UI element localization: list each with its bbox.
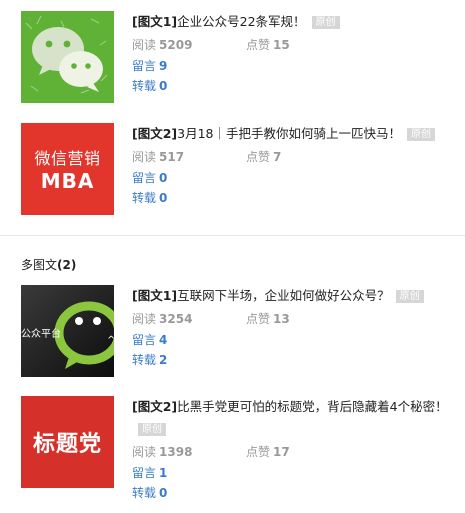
comment-label: 留言 xyxy=(132,333,157,347)
like-label: 点赞 xyxy=(246,38,271,52)
original-badge: 原创 xyxy=(395,290,424,303)
article-info: [图文2]3月18｜手把手教你如何骑上一匹快马！ 原创 阅读 517 点赞 7 留言 0… xyxy=(132,123,462,208)
read-label: 阅读 xyxy=(132,312,157,326)
article-item: [图文1]企业公众号22条军规！ 原创 阅读 5209 点赞 15 留言 9 转载 0 xyxy=(21,11,461,105)
comment-count: 0 xyxy=(159,171,168,185)
read-label: 阅读 xyxy=(132,150,157,164)
article-thumbnail[interactable]: 微信营销 MBA xyxy=(21,123,114,215)
original-badge: 原创 xyxy=(406,128,435,141)
share-link[interactable]: 转载 0 xyxy=(132,483,462,503)
article-title-text: 互联网下半场，企业如何做好公众号？ xyxy=(177,288,390,303)
thumb-text: 标题党 xyxy=(32,432,102,457)
article-tag: [图文1] xyxy=(132,14,178,29)
article-stats: 阅读 1398 点赞 17 xyxy=(132,443,462,463)
read-label: 阅读 xyxy=(132,445,157,459)
article-title-text: 比黑手党更可怕的标题党，背后隐藏着4个秘密！ xyxy=(177,399,448,414)
article-title-text: 企业公众号22条军规！ xyxy=(177,14,306,29)
read-stat: 阅读 3254 xyxy=(132,310,192,327)
article-thumbnail[interactable]: ^ ^ 公众平台 xyxy=(21,285,114,377)
article-tag: [图文1] xyxy=(132,288,178,303)
like-label: 点赞 xyxy=(246,445,271,459)
read-count: 1398 xyxy=(159,445,193,459)
comment-count: 1 xyxy=(159,466,168,480)
article-item: 标题党 [图文2]比黑手党更可怕的标题党，背后隐藏着4个秘密！ 原创 阅读 1398… xyxy=(21,396,461,500)
like-stat: 点赞 15 xyxy=(246,36,290,53)
article-item: ^ ^ 公众平台 [图文1]互联网下半场，企业如何做好公众号？ 原创 阅读3254… xyxy=(21,285,461,379)
share-count: 0 xyxy=(159,486,168,500)
article-title[interactable]: [图文2]比黑手党更可怕的标题党，背后隐藏着4个秘密！ 原创 xyxy=(132,396,462,440)
section-heading: 多图文(2) xyxy=(21,256,76,273)
comment-count: 9 xyxy=(159,59,168,73)
like-count: 13 xyxy=(273,312,290,326)
share-link[interactable]: 转载 2 xyxy=(132,350,462,370)
comment-link[interactable]: 留言 4 xyxy=(132,330,462,350)
read-count: 5209 xyxy=(159,38,193,52)
article-item: 微信营销 MBA [图文2]3月18｜手把手教你如何骑上一匹快马！ 原创 阅读 51… xyxy=(21,123,461,217)
like-count: 7 xyxy=(273,150,282,164)
article-info: [图文1]互联网下半场，企业如何做好公众号？ 原创 阅读 3254 点赞 13 留言 4… xyxy=(132,285,462,370)
comment-label: 留言 xyxy=(132,171,157,185)
like-stat: 点赞 17 xyxy=(246,443,290,460)
read-count: 3254 xyxy=(159,312,193,326)
like-count: 17 xyxy=(273,445,290,459)
article-title[interactable]: [图文1]企业公众号22条军规！ 原创 xyxy=(132,11,462,33)
share-link[interactable]: 转载 0 xyxy=(132,188,462,208)
read-stat: 阅读 5209 xyxy=(132,36,192,53)
thumb-text-line2: MBA xyxy=(40,169,95,193)
article-stats: 阅读 5209 点赞 15 xyxy=(132,36,462,56)
like-count: 15 xyxy=(273,38,290,52)
share-link[interactable]: 转载 0 xyxy=(132,76,462,96)
like-label: 点赞 xyxy=(246,312,271,326)
article-info: [图文2]比黑手党更可怕的标题党，背后隐藏着4个秘密！ 原创 阅读 1398 点赞 1… xyxy=(132,396,462,503)
comment-link[interactable]: 留言 9 xyxy=(132,56,462,76)
like-stat: 点赞 7 xyxy=(246,148,281,165)
thumb-text: 公众平台 xyxy=(21,329,61,340)
section-divider xyxy=(0,235,465,236)
original-badge: 原创 xyxy=(311,16,340,29)
comment-label: 留言 xyxy=(132,59,157,73)
comment-count: 4 xyxy=(159,333,168,347)
article-info: [图文1]企业公众号22条军规！ 原创 阅读 5209 点赞 15 留言 9 转载 0 xyxy=(132,11,462,96)
article-title[interactable]: [图文2]3月18｜手把手教你如何骑上一匹快马！ 原创 xyxy=(132,123,462,145)
article-tag: [图文2] xyxy=(132,126,178,141)
like-label: 点赞 xyxy=(246,150,271,164)
share-count: 0 xyxy=(159,191,168,205)
original-badge: 原创 xyxy=(138,423,166,436)
article-thumbnail[interactable] xyxy=(21,11,114,103)
read-label: 阅读 xyxy=(132,38,157,52)
share-count: 2 xyxy=(159,353,168,367)
thumb-text-line1: 微信营销 xyxy=(34,149,101,168)
share-count: 0 xyxy=(159,79,168,93)
comment-link[interactable]: 留言 1 xyxy=(132,463,462,483)
share-label: 转载 xyxy=(132,191,157,205)
share-label: 转载 xyxy=(132,486,157,500)
share-label: 转载 xyxy=(132,353,157,367)
article-title-text: 3月18｜手把手教你如何骑上一匹快马！ xyxy=(177,126,401,141)
like-stat: 点赞 13 xyxy=(246,310,290,327)
section-count: (2) xyxy=(57,258,77,272)
article-title[interactable]: [图文1]互联网下半场，企业如何做好公众号？ 原创 xyxy=(132,285,462,307)
article-tag: [图文2] xyxy=(132,399,178,414)
read-stat: 阅读 517 xyxy=(132,148,184,165)
article-stats: 阅读 3254 点赞 13 xyxy=(132,310,462,330)
read-stat: 阅读 1398 xyxy=(132,443,192,460)
section-label: 多图文 xyxy=(21,258,58,272)
article-thumbnail[interactable]: 标题党 xyxy=(21,396,114,488)
share-label: 转载 xyxy=(132,79,157,93)
comment-label: 留言 xyxy=(132,466,157,480)
comment-link[interactable]: 留言 0 xyxy=(132,168,462,188)
read-count: 517 xyxy=(159,150,185,164)
wechat-logo-icon xyxy=(25,15,108,94)
article-stats: 阅读 517 点赞 7 xyxy=(132,148,462,168)
svg-text:^ ^: ^ ^ xyxy=(107,335,114,346)
